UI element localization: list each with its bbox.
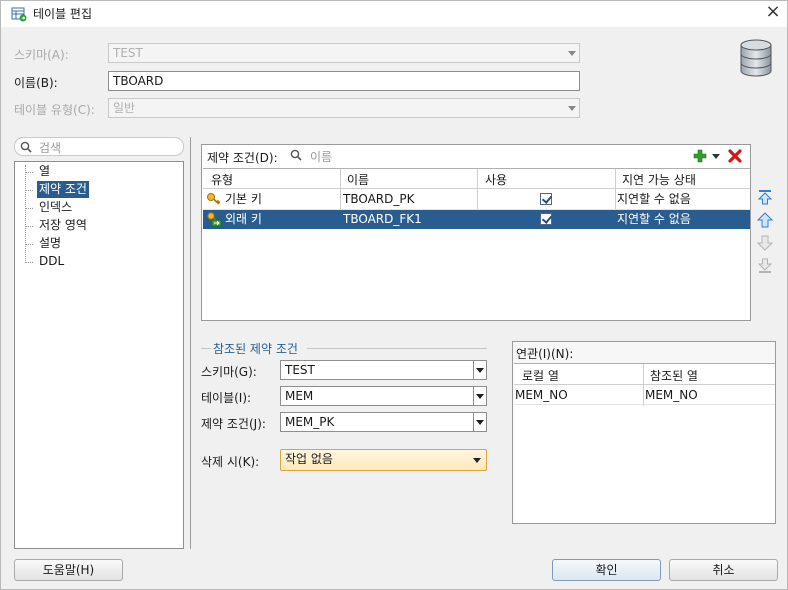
ref-table-value: MEM: [285, 389, 314, 403]
database-icon: [739, 39, 773, 80]
add-dropdown-chevron-icon[interactable]: [712, 154, 720, 159]
constraints-label: 제약 조건(D):: [207, 151, 278, 165]
name-value: TBOARD: [113, 74, 164, 88]
tree-branch: [25, 262, 33, 263]
move-to-bottom-icon: [757, 258, 773, 273]
chevron-down-icon: [568, 51, 576, 56]
column-header-local[interactable]: 로컬 열: [522, 367, 559, 384]
navigation-tree: 열 제약 조건 인덱스 저장 영역 설명 DDL: [14, 161, 184, 549]
column-header-referenced[interactable]: 참조된 열: [650, 367, 698, 384]
section-rule-right: [307, 348, 487, 349]
constraint-filter-input[interactable]: 이름: [310, 148, 332, 165]
column-header-enabled[interactable]: 사용: [485, 171, 507, 188]
on-delete-select[interactable]: 작업 없음: [280, 449, 487, 471]
deferrable-state: 지연할 수 없음: [617, 192, 691, 206]
constraints-table: 유형 이름 사용 지연 가능 상태 기본 키 TBOARD_PK 지연할 수 없…: [203, 168, 750, 320]
primary-key-icon: [207, 193, 221, 205]
splitter[interactable]: [190, 137, 191, 549]
association-label: 연관(I)(N):: [516, 347, 574, 361]
table-type-label: 테이블 유형(C):: [14, 103, 95, 117]
association-table: 로컬 열 참조된 열 MEM_NO MEM_NO: [514, 363, 775, 523]
referenced-section-title: 참조된 제약 조건: [213, 342, 298, 356]
on-delete-label: 삭제 시(K):: [201, 455, 260, 469]
name-input[interactable]: TBOARD: [108, 71, 580, 91]
add-icon[interactable]: [693, 149, 707, 163]
close-button[interactable]: ×: [759, 1, 787, 25]
tree-item-storage[interactable]: 저장 영역: [37, 217, 89, 234]
ref-table-combo[interactable]: MEM: [280, 386, 487, 406]
filter-search-icon: [290, 149, 302, 161]
constraints-panel: 제약 조건(D): 이름 유형 이름 사용 지연 가능 상태 기본 키 TBOA…: [201, 144, 751, 321]
enabled-checkbox[interactable]: [540, 193, 552, 205]
tree-item-constraints[interactable]: 제약 조건: [37, 181, 89, 198]
move-down-icon: [757, 235, 773, 251]
ref-constraint-label: 제약 조건(J):: [201, 417, 266, 431]
schema-value: TEST: [113, 46, 143, 60]
edit-table-dialog: 테이블 편집 × 스키마(A): TEST 이름(B): TBOARD 테이블 …: [0, 0, 788, 590]
table-type-value: 일반: [113, 101, 136, 115]
tree-item-indexes[interactable]: 인덱스: [37, 199, 74, 216]
window-title: 테이블 편집: [33, 7, 93, 21]
search-icon: [20, 141, 32, 153]
foreign-key-icon: [207, 212, 222, 227]
tree-item-ddl[interactable]: DDL: [37, 253, 66, 270]
help-button[interactable]: 도움말(H): [14, 559, 123, 581]
constraint-name: TBOARD_FK1: [343, 212, 422, 226]
name-label: 이름(B):: [14, 76, 58, 90]
column-header-type[interactable]: 유형: [211, 171, 233, 188]
tree-branch: [25, 226, 33, 227]
constraint-type: 외래 키: [225, 212, 262, 226]
deferrable-state: 지연할 수 없음: [617, 212, 691, 226]
tree-item-comment[interactable]: 설명: [37, 235, 63, 252]
association-panel: 연관(I)(N): 로컬 열 참조된 열 MEM_NO MEM_NO: [512, 341, 776, 524]
chevron-down-icon[interactable]: [473, 361, 486, 379]
table-type-select: 일반: [108, 98, 580, 118]
table-icon: [11, 6, 27, 25]
table-row[interactable]: 외래 키 TBOARD_FK1 지연할 수 없음: [203, 210, 750, 229]
section-rule-left: [201, 348, 211, 349]
cancel-button[interactable]: 취소: [669, 559, 778, 581]
move-up-icon[interactable]: [757, 212, 773, 228]
ref-schema-label: 스키마(G):: [201, 365, 257, 379]
constraint-name: TBOARD_PK: [343, 192, 415, 206]
schema-select: TEST: [108, 43, 580, 63]
tree-branch: [25, 172, 33, 173]
ref-schema-combo[interactable]: TEST: [280, 360, 487, 380]
ref-schema-value: TEST: [285, 363, 315, 377]
on-delete-value: 작업 없음: [285, 452, 333, 466]
column-header-name[interactable]: 이름: [347, 171, 369, 188]
delete-icon[interactable]: [728, 149, 742, 163]
enabled-checkbox[interactable]: [540, 213, 552, 225]
tree-guide: [25, 165, 26, 263]
constraint-type: 기본 키: [225, 192, 262, 206]
tree-item-columns[interactable]: 열: [37, 163, 52, 180]
referenced-column: MEM_NO: [645, 388, 698, 402]
ok-button[interactable]: 확인: [552, 559, 661, 581]
chevron-down-icon[interactable]: [473, 413, 486, 431]
tree-branch: [25, 190, 33, 191]
schema-label: 스키마(A):: [14, 48, 69, 62]
tree-branch: [25, 208, 33, 209]
ref-table-label: 테이블(I):: [201, 391, 252, 405]
table-row[interactable]: MEM_NO MEM_NO: [514, 386, 775, 405]
move-to-top-icon[interactable]: [757, 189, 773, 205]
table-row[interactable]: 기본 키 TBOARD_PK 지연할 수 없음: [203, 190, 750, 209]
chevron-down-icon: [473, 458, 481, 463]
column-header-deferrable[interactable]: 지연 가능 상태: [622, 171, 696, 188]
title-bar: 테이블 편집 ×: [1, 1, 787, 27]
local-column: MEM_NO: [515, 388, 568, 402]
ref-constraint-combo[interactable]: MEM_PK: [280, 412, 487, 432]
chevron-down-icon[interactable]: [473, 387, 486, 405]
ref-constraint-value: MEM_PK: [285, 415, 335, 429]
search-placeholder: 검색: [39, 141, 62, 155]
tree-branch: [25, 244, 33, 245]
search-input[interactable]: 검색: [14, 137, 184, 156]
chevron-down-icon: [568, 106, 576, 111]
